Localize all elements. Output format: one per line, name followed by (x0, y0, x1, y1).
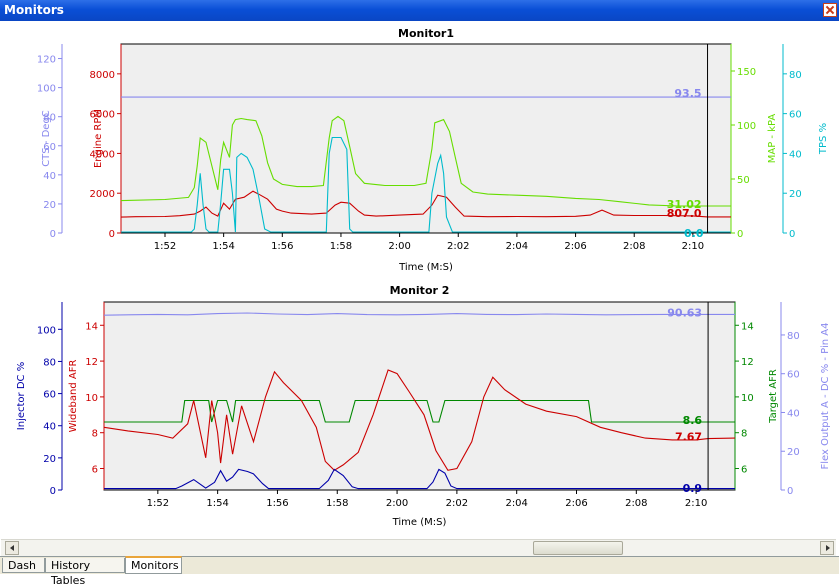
x-tick-label: 1:52 (147, 498, 169, 509)
tab-history-tables[interactable]: History Tables (45, 558, 125, 587)
y-tick-label: 100 (37, 325, 56, 336)
y-tick-label: 20 (43, 454, 56, 465)
x-tick-label: 2:02 (446, 498, 468, 509)
y-tick-label: 10 (85, 393, 98, 404)
y-tick-label: 8 (741, 429, 747, 440)
plot-area (103, 301, 736, 491)
y-tick-label: 100 (737, 121, 756, 132)
y-tick-label: 120 (37, 55, 56, 66)
horizontal-scrollbar[interactable] (1, 539, 836, 556)
y-tick-label: 80 (43, 357, 56, 368)
y-tick-label: 80 (789, 70, 802, 81)
y-tick-label: 80 (787, 331, 800, 342)
tab-monitors[interactable]: Monitors (125, 556, 182, 574)
close-icon[interactable] (823, 3, 837, 17)
x-tick-label: 1:58 (330, 241, 352, 252)
y-axis-label: Engine RPM (93, 109, 104, 168)
x-tick-label: 1:58 (326, 498, 348, 509)
y-tick-label: 10 (741, 393, 754, 404)
y-tick-label: 60 (789, 110, 802, 121)
x-tick-label: 2:08 (625, 498, 647, 509)
y-axis-label: Injector DC % (16, 362, 27, 430)
y-tick-label: 60 (787, 370, 800, 381)
y-tick-label: 14 (85, 321, 98, 332)
tab-dash[interactable]: Dash (2, 558, 45, 573)
window-titlebar: Monitors (0, 0, 839, 21)
x-tick-label: 2:04 (506, 241, 528, 252)
x-tick-label: 1:56 (271, 241, 293, 252)
x-axis-label: Time (M:S) (392, 517, 447, 528)
y-tick-label: 40 (43, 171, 56, 182)
window-title: Monitors (4, 3, 64, 17)
y-tick-label: 6 (92, 465, 98, 476)
current-value-label: 90.63 (667, 306, 702, 319)
chart-title: Monitor1 (398, 27, 454, 40)
y-tick-label: 40 (787, 408, 800, 419)
current-value-label: 7.67 (675, 431, 702, 444)
y-tick-label: 12 (741, 357, 754, 368)
y-tick-label: 0 (787, 486, 793, 497)
x-tick-label: 1:56 (266, 498, 288, 509)
y-tick-label: 40 (43, 422, 56, 433)
y-axis-label: Wideband AFR (68, 360, 79, 433)
x-tick-label: 2:02 (447, 241, 469, 252)
x-tick-label: 2:04 (505, 498, 527, 509)
y-tick-label: 6 (741, 465, 747, 476)
scrollbar-thumb[interactable] (533, 541, 623, 555)
y-tick-label: 40 (789, 149, 802, 160)
y-tick-label: 0 (789, 229, 795, 240)
y-axis-label: CTS - DegC (41, 110, 52, 167)
x-tick-label: 2:10 (685, 498, 707, 509)
x-tick-label: 2:10 (682, 241, 704, 252)
y-tick-label: 8 (92, 429, 98, 440)
y-axis-label: TPS % (818, 123, 829, 155)
current-value-label: 31.02 (667, 198, 702, 211)
y-tick-label: 14 (741, 321, 754, 332)
y-tick-label: 0 (50, 486, 56, 497)
x-tick-label: 2:00 (386, 498, 408, 509)
scroll-left-arrow-icon[interactable] (5, 541, 19, 555)
y-tick-label: 150 (737, 67, 756, 78)
y-tick-label: 100 (37, 84, 56, 95)
y-tick-label: 60 (43, 390, 56, 401)
y-axis-label: Flex Output A - DC % - Pin A4 (820, 323, 831, 470)
monitor1-chart: Monitor1 1:52 1:54 1:56 1:58 2:00 2:02 2:04 2:06… (37, 27, 829, 273)
current-value-label: 93.5 (674, 87, 701, 100)
x-tick-label: 1:54 (212, 241, 234, 252)
plot-area (120, 43, 732, 234)
y-tick-label: 20 (789, 189, 802, 200)
y-tick-label: 20 (787, 447, 800, 458)
y-axis-label: MAP - kPA (767, 114, 778, 164)
tab-bar: Dash History Tables Monitors (0, 556, 839, 587)
x-tick-label: 2:06 (564, 241, 586, 252)
y-tick-label: 0 (50, 229, 56, 240)
current-value-label: 0.0 (684, 227, 704, 240)
y-tick-label: 50 (737, 175, 750, 186)
monitor2-chart: Monitor 2 1:52 1:54 1:56 1:58 2:00 2:02 2:04 2:0… (16, 284, 831, 528)
monitor-charts: Monitor1 1:52 1:54 1:56 1:58 2:00 2:02 2:04 2:06… (16, 27, 831, 528)
y-tick-label: 12 (85, 357, 98, 368)
current-value-label: 8.6 (683, 414, 703, 427)
x-tick-label: 2:08 (623, 241, 645, 252)
y-tick-label: 8000 (90, 70, 115, 81)
x-tick-label: 1:54 (206, 498, 228, 509)
x-tick-label: 1:52 (154, 241, 176, 252)
chart-title: Monitor 2 (390, 284, 450, 297)
y-tick-label: 20 (43, 200, 56, 211)
x-axis-label: Time (M:S) (398, 262, 453, 273)
y-tick-label: 0 (737, 229, 743, 240)
x-tick-label: 2:00 (388, 241, 410, 252)
y-tick-label: 0 (109, 229, 115, 240)
y-tick-label: 2000 (90, 189, 115, 200)
x-tick-label: 2:06 (565, 498, 587, 509)
y-axis-label: Target AFR (768, 369, 779, 424)
current-value-label: 0.9 (683, 482, 703, 495)
scroll-right-arrow-icon[interactable] (820, 541, 834, 555)
